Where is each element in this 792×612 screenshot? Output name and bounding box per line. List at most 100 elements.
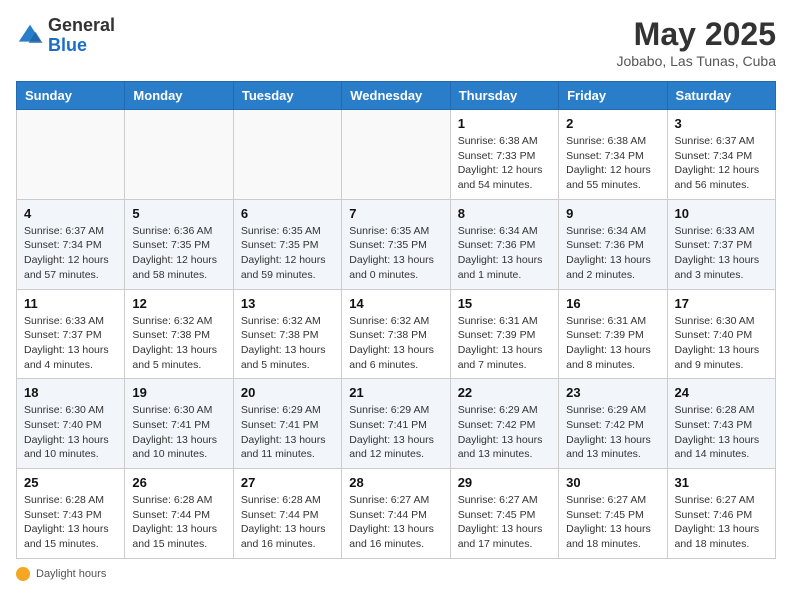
day-info: Sunrise: 6:28 AM Sunset: 7:44 PM Dayligh… bbox=[241, 493, 334, 552]
day-cell: 26 Sunrise: 6:28 AM Sunset: 7:44 PM Dayli… bbox=[125, 469, 233, 559]
day-number: 3 bbox=[675, 116, 768, 131]
day-info: Sunrise: 6:28 AM Sunset: 7:43 PM Dayligh… bbox=[24, 493, 117, 552]
day-info: Sunrise: 6:31 AM Sunset: 7:39 PM Dayligh… bbox=[458, 314, 551, 373]
day-cell: 19 Sunrise: 6:30 AM Sunset: 7:41 PM Dayli… bbox=[125, 379, 233, 469]
day-cell: 6Sunrise: 6:35 AM Sunset: 7:35 PM Daylig… bbox=[233, 199, 341, 289]
week-row-4: 18Sunrise: 6:30 AM Sunset: 7:40 PM Dayli… bbox=[17, 379, 776, 469]
day-number: 15 bbox=[458, 296, 551, 311]
calendar-table: SundayMondayTuesdayWednesdayThursdayFrid… bbox=[16, 81, 776, 559]
day-cell: 15 Sunrise: 6:31 AM Sunset: 7:39 PM Dayli… bbox=[450, 289, 558, 379]
day-number: 13 bbox=[241, 296, 334, 311]
logo-icon bbox=[16, 22, 44, 50]
day-info: Sunrise: 6:30 AM Sunset: 7:41 PM Dayligh… bbox=[132, 403, 225, 462]
day-cell: 30 Sunrise: 6:27 AM Sunset: 7:45 PM Dayli… bbox=[559, 469, 667, 559]
day-number: 11 bbox=[24, 296, 117, 311]
day-info: Sunrise: 6:32 AM Sunset: 7:38 PM Dayligh… bbox=[241, 314, 334, 373]
calendar-header-saturday: Saturday bbox=[667, 82, 775, 110]
location: Jobabo, Las Tunas, Cuba bbox=[616, 53, 776, 69]
day-info: Sunrise: 6:29 AM Sunset: 7:41 PM Dayligh… bbox=[241, 403, 334, 462]
day-info: Sunrise: 6:32 AM Sunset: 7:38 PM Dayligh… bbox=[132, 314, 225, 373]
month-title: May 2025 bbox=[616, 16, 776, 53]
day-number: 21 bbox=[349, 385, 442, 400]
week-row-3: 11 Sunrise: 6:33 AM Sunset: 7:37 PM Dayli… bbox=[17, 289, 776, 379]
day-info: Sunrise: 6:33 AM Sunset: 7:37 PM Dayligh… bbox=[24, 314, 117, 373]
day-info: Sunrise: 6:35 AM Sunset: 7:35 PM Dayligh… bbox=[349, 224, 442, 283]
day-number: 1 bbox=[458, 116, 551, 131]
day-number: 19 bbox=[132, 385, 225, 400]
calendar-header-row: SundayMondayTuesdayWednesdayThursdayFrid… bbox=[17, 82, 776, 110]
day-number: 7 bbox=[349, 206, 442, 221]
day-info: Sunrise: 6:30 AM Sunset: 7:40 PM Dayligh… bbox=[675, 314, 768, 373]
day-number: 10 bbox=[675, 206, 768, 221]
calendar-header-monday: Monday bbox=[125, 82, 233, 110]
day-info: Sunrise: 6:27 AM Sunset: 7:46 PM Dayligh… bbox=[675, 493, 768, 552]
logo-general: General bbox=[48, 15, 115, 35]
day-info: Sunrise: 6:27 AM Sunset: 7:44 PM Dayligh… bbox=[349, 493, 442, 552]
day-cell bbox=[233, 110, 341, 200]
day-number: 25 bbox=[24, 475, 117, 490]
day-cell bbox=[125, 110, 233, 200]
day-info: Sunrise: 6:38 AM Sunset: 7:33 PM Dayligh… bbox=[458, 134, 551, 193]
day-info: Sunrise: 6:32 AM Sunset: 7:38 PM Dayligh… bbox=[349, 314, 442, 373]
day-number: 26 bbox=[132, 475, 225, 490]
day-info: Sunrise: 6:38 AM Sunset: 7:34 PM Dayligh… bbox=[566, 134, 659, 193]
day-info: Sunrise: 6:30 AM Sunset: 7:40 PM Dayligh… bbox=[24, 403, 117, 462]
day-cell: 23Sunrise: 6:29 AM Sunset: 7:42 PM Dayli… bbox=[559, 379, 667, 469]
logo-blue: Blue bbox=[48, 35, 87, 55]
calendar-header-tuesday: Tuesday bbox=[233, 82, 341, 110]
header: General Blue May 2025 Jobabo, Las Tunas,… bbox=[16, 16, 776, 69]
day-cell: 14 Sunrise: 6:32 AM Sunset: 7:38 PM Dayli… bbox=[342, 289, 450, 379]
day-number: 30 bbox=[566, 475, 659, 490]
day-info: Sunrise: 6:31 AM Sunset: 7:39 PM Dayligh… bbox=[566, 314, 659, 373]
footer-text: Daylight hours bbox=[36, 568, 106, 580]
day-cell: 28 Sunrise: 6:27 AM Sunset: 7:44 PM Dayli… bbox=[342, 469, 450, 559]
calendar-header-friday: Friday bbox=[559, 82, 667, 110]
day-cell: 1 Sunrise: 6:38 AM Sunset: 7:33 PM Daylig… bbox=[450, 110, 558, 200]
day-number: 17 bbox=[675, 296, 768, 311]
day-number: 24 bbox=[675, 385, 768, 400]
day-cell bbox=[17, 110, 125, 200]
calendar-header-sunday: Sunday bbox=[17, 82, 125, 110]
day-number: 14 bbox=[349, 296, 442, 311]
calendar-header-thursday: Thursday bbox=[450, 82, 558, 110]
day-info: Sunrise: 6:34 AM Sunset: 7:36 PM Dayligh… bbox=[458, 224, 551, 283]
day-number: 27 bbox=[241, 475, 334, 490]
calendar-header-wednesday: Wednesday bbox=[342, 82, 450, 110]
day-cell: 13 Sunrise: 6:32 AM Sunset: 7:38 PM Dayli… bbox=[233, 289, 341, 379]
day-info: Sunrise: 6:35 AM Sunset: 7:35 PM Dayligh… bbox=[241, 224, 334, 283]
day-cell: 9Sunrise: 6:34 AM Sunset: 7:36 PM Daylig… bbox=[559, 199, 667, 289]
day-number: 22 bbox=[458, 385, 551, 400]
day-info: Sunrise: 6:29 AM Sunset: 7:42 PM Dayligh… bbox=[566, 403, 659, 462]
day-cell: 24Sunrise: 6:28 AM Sunset: 7:43 PM Dayli… bbox=[667, 379, 775, 469]
day-cell: 31 Sunrise: 6:27 AM Sunset: 7:46 PM Dayli… bbox=[667, 469, 775, 559]
day-number: 31 bbox=[675, 475, 768, 490]
day-cell: 10 Sunrise: 6:33 AM Sunset: 7:37 PM Dayli… bbox=[667, 199, 775, 289]
day-number: 12 bbox=[132, 296, 225, 311]
day-cell: 3 Sunrise: 6:37 AM Sunset: 7:34 PM Daylig… bbox=[667, 110, 775, 200]
day-cell: 12 Sunrise: 6:32 AM Sunset: 7:38 PM Dayli… bbox=[125, 289, 233, 379]
day-cell: 20Sunrise: 6:29 AM Sunset: 7:41 PM Dayli… bbox=[233, 379, 341, 469]
day-number: 28 bbox=[349, 475, 442, 490]
day-number: 8 bbox=[458, 206, 551, 221]
day-number: 4 bbox=[24, 206, 117, 221]
day-info: Sunrise: 6:28 AM Sunset: 7:44 PM Dayligh… bbox=[132, 493, 225, 552]
day-number: 29 bbox=[458, 475, 551, 490]
sun-icon bbox=[16, 567, 30, 581]
day-number: 16 bbox=[566, 296, 659, 311]
day-info: Sunrise: 6:37 AM Sunset: 7:34 PM Dayligh… bbox=[675, 134, 768, 193]
day-info: Sunrise: 6:27 AM Sunset: 7:45 PM Dayligh… bbox=[458, 493, 551, 552]
week-row-2: 4Sunrise: 6:37 AM Sunset: 7:34 PM Daylig… bbox=[17, 199, 776, 289]
day-cell: 18Sunrise: 6:30 AM Sunset: 7:40 PM Dayli… bbox=[17, 379, 125, 469]
day-cell bbox=[342, 110, 450, 200]
day-info: Sunrise: 6:29 AM Sunset: 7:42 PM Dayligh… bbox=[458, 403, 551, 462]
title-area: May 2025 Jobabo, Las Tunas, Cuba bbox=[616, 16, 776, 69]
logo: General Blue bbox=[16, 16, 115, 56]
footer-note: Daylight hours bbox=[16, 567, 776, 581]
day-info: Sunrise: 6:27 AM Sunset: 7:45 PM Dayligh… bbox=[566, 493, 659, 552]
day-cell: 21Sunrise: 6:29 AM Sunset: 7:41 PM Dayli… bbox=[342, 379, 450, 469]
day-cell: 8 Sunrise: 6:34 AM Sunset: 7:36 PM Daylig… bbox=[450, 199, 558, 289]
day-info: Sunrise: 6:33 AM Sunset: 7:37 PM Dayligh… bbox=[675, 224, 768, 283]
day-cell: 17 Sunrise: 6:30 AM Sunset: 7:40 PM Dayli… bbox=[667, 289, 775, 379]
day-info: Sunrise: 6:36 AM Sunset: 7:35 PM Dayligh… bbox=[132, 224, 225, 283]
day-cell: 7 Sunrise: 6:35 AM Sunset: 7:35 PM Daylig… bbox=[342, 199, 450, 289]
